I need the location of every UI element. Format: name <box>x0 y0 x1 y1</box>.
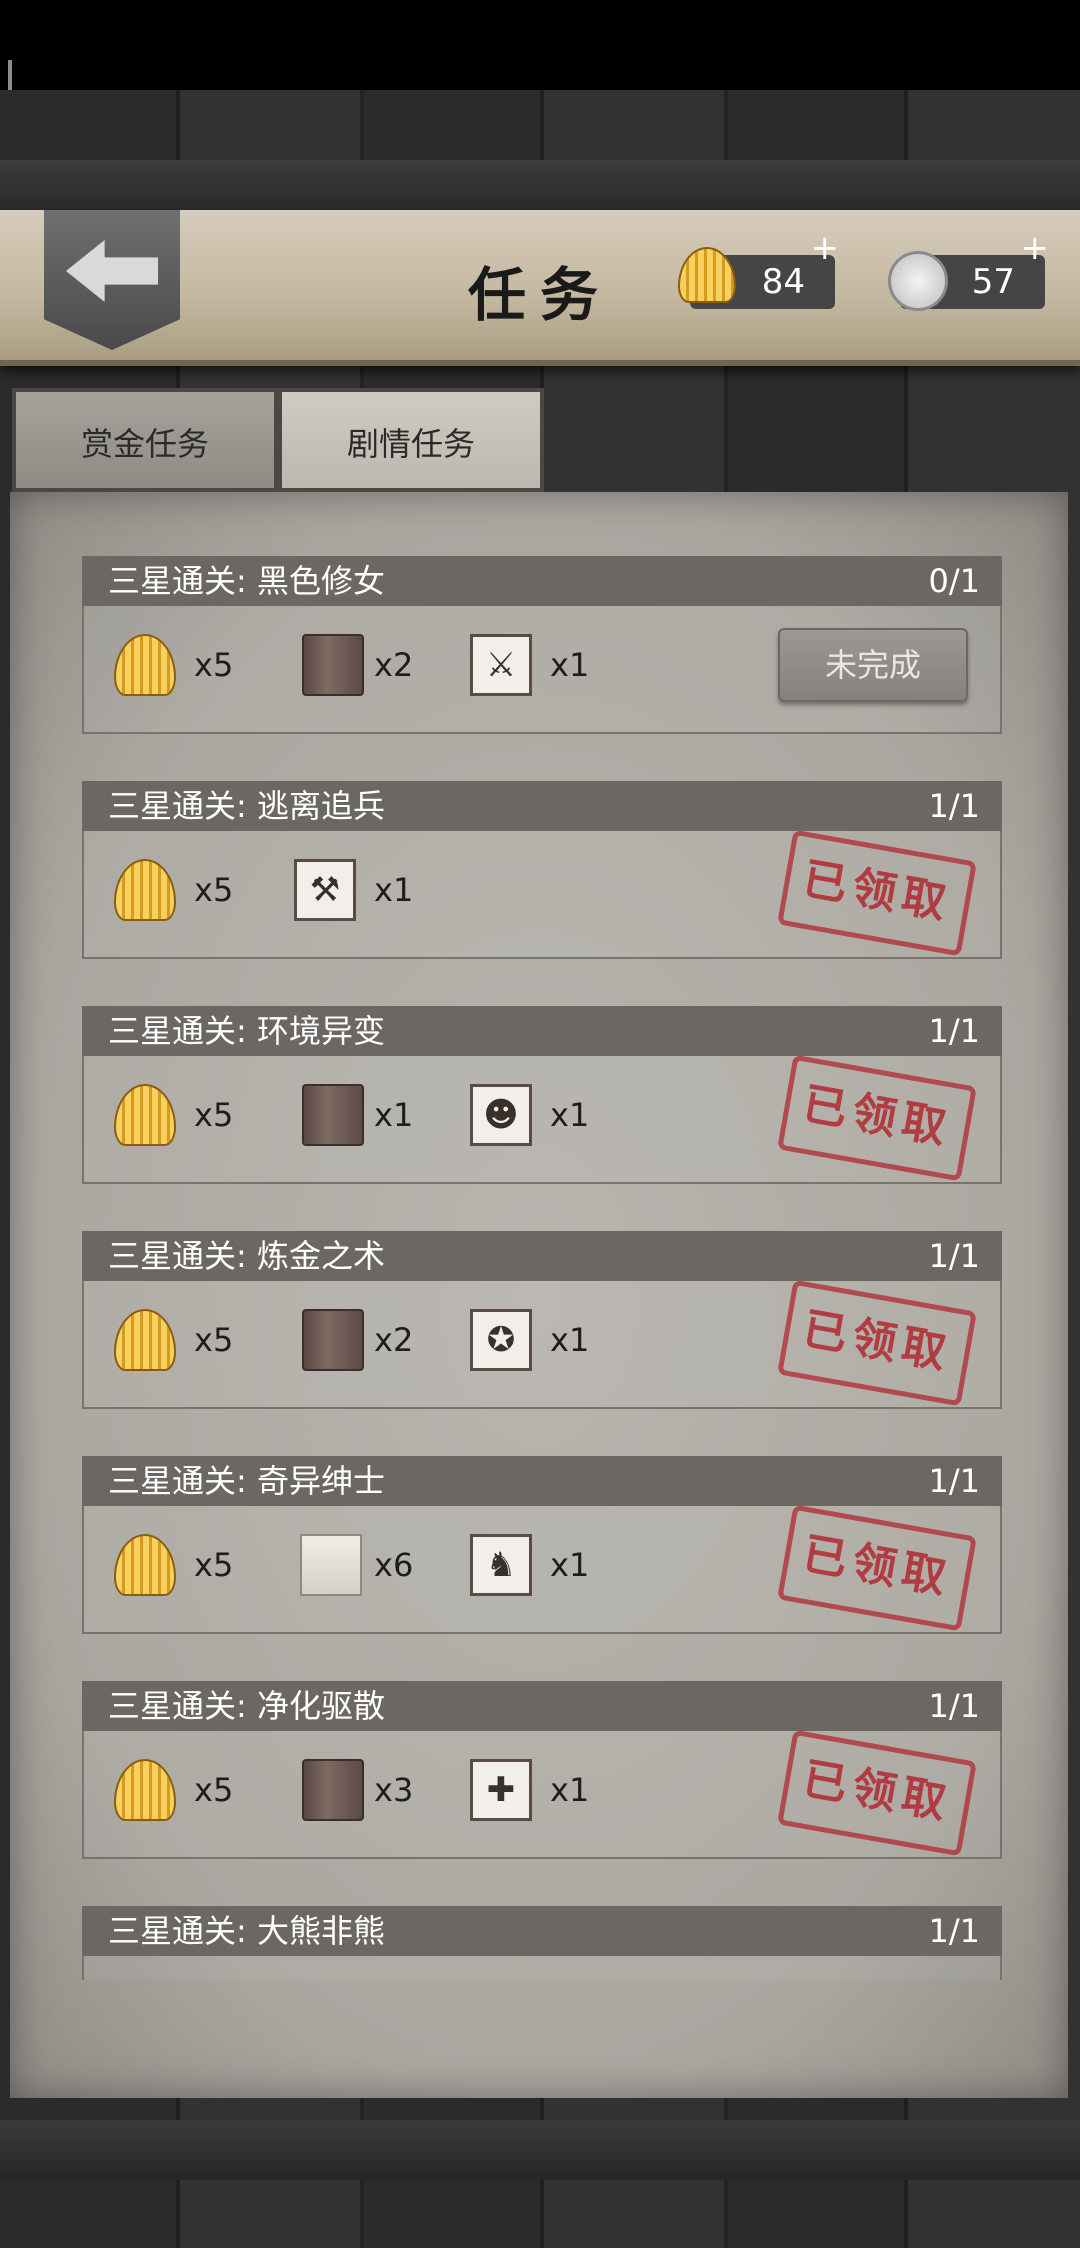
shell-currency[interactable]: 84 + <box>678 228 839 309</box>
task-list[interactable]: 三星通关: 黑色修女 0/1 x5 x2 ⚔ x1 未完成 三星通关: 逃离追兵 1/1 x5 ⚒ x… <box>82 556 1002 1980</box>
tab-story-tasks[interactable]: 剧情任务 <box>278 388 544 492</box>
reward-quantity: x2 <box>374 646 414 684</box>
reward-quantity: x1 <box>550 1321 590 1359</box>
task-rewards: x5 ⚒ x1 已领取 <box>82 829 1002 959</box>
tab-bounty-tasks[interactable]: 赏金任务 <box>12 388 278 492</box>
task-item: 三星通关: 环境异变 1/1 x5 x1 ☻ x1 已领取 <box>82 1006 1002 1188</box>
task-item: 三星通关: 炼金之术 1/1 x5 x2 ✪ x1 已领取 <box>82 1231 1002 1413</box>
book-icon <box>302 1309 364 1371</box>
claimed-stamp: 已领取 <box>777 1504 977 1632</box>
claimed-stamp: 已领取 <box>777 1054 977 1182</box>
book-icon <box>302 1759 364 1821</box>
reward-quantity: x1 <box>550 1096 590 1134</box>
task-rewards: x5 x3 ✚ x1 已领取 <box>82 1729 1002 1859</box>
reward-quantity: x1 <box>374 871 414 909</box>
reward-quantity: x5 <box>194 1321 234 1359</box>
task-header: 三星通关: 黑色修女 0/1 <box>82 556 1002 606</box>
task-item: 三星通关: 净化驱散 1/1 x5 x3 ✚ x1 已领取 <box>82 1681 1002 1863</box>
incomplete-button[interactable]: 未完成 <box>778 628 968 702</box>
claimed-stamp: 已领取 <box>777 829 977 957</box>
task-rewards: x5 x1 ☻ x1 已领取 <box>82 1054 1002 1184</box>
reward-quantity: x5 <box>194 871 234 909</box>
task-rewards: x5 x6 ♞ x1 已领取 <box>82 1504 1002 1634</box>
reward-quantity: x5 <box>194 1546 234 1584</box>
shell-icon <box>114 1759 176 1821</box>
coin-currency[interactable]: 57 + <box>888 228 1049 311</box>
reward-quantity: x6 <box>374 1546 414 1584</box>
claimed-stamp: 已领取 <box>777 1279 977 1407</box>
back-arrow-icon <box>66 240 158 302</box>
shell-icon <box>114 1534 176 1596</box>
reward-quantity: x3 <box>374 1771 414 1809</box>
wolf-badge-icon: ☻ <box>470 1084 532 1146</box>
task-name: 三星通关: 黑色修女 <box>108 562 385 600</box>
task-progress: 1/1 <box>928 1912 981 1950</box>
reward-quantity: x5 <box>194 646 234 684</box>
spear-badge-icon: ⚔ <box>470 634 532 696</box>
task-progress: 1/1 <box>928 1687 981 1725</box>
status-bar <box>0 0 1080 90</box>
task-item: 三星通关: 黑色修女 0/1 x5 x2 ⚔ x1 未完成 <box>82 556 1002 738</box>
task-rewards <box>82 1956 1002 1980</box>
task-name: 三星通关: 炼金之术 <box>108 1237 385 1275</box>
task-header: 三星通关: 奇异绅士 1/1 <box>82 1456 1002 1506</box>
reward-quantity: x5 <box>194 1096 234 1134</box>
bandage-badge-icon: ✚ <box>470 1759 532 1821</box>
add-shell-button[interactable]: + <box>811 221 840 275</box>
reward-quantity: x5 <box>194 1771 234 1809</box>
task-progress: 1/1 <box>928 787 981 825</box>
reward-quantity: x2 <box>374 1321 414 1359</box>
paper-icon <box>300 1534 362 1596</box>
task-name: 三星通关: 净化驱散 <box>108 1687 385 1725</box>
task-header: 三星通关: 净化驱散 1/1 <box>82 1681 1002 1731</box>
task-name: 三星通关: 大熊非熊 <box>108 1912 385 1950</box>
claimed-stamp: 已领取 <box>777 1729 977 1857</box>
task-header: 三星通关: 环境异变 1/1 <box>82 1006 1002 1056</box>
task-name: 三星通关: 逃离追兵 <box>108 787 385 825</box>
task-progress: 1/1 <box>928 1012 981 1050</box>
reward-quantity: x1 <box>550 1771 590 1809</box>
task-header: 三星通关: 大熊非熊 1/1 <box>82 1906 1002 1956</box>
page-title: 任务 <box>467 261 612 329</box>
reward-quantity: x1 <box>550 646 590 684</box>
shell-icon <box>114 859 176 921</box>
task-progress: 0/1 <box>928 562 981 600</box>
bottom-bar <box>0 2120 1080 2180</box>
shelf-beam <box>0 160 1080 210</box>
figure-badge-icon: ♞ <box>470 1534 532 1596</box>
axe-badge-icon: ⚒ <box>294 859 356 921</box>
book-icon <box>302 1084 364 1146</box>
task-item: 三星通关: 逃离追兵 1/1 x5 ⚒ x1 已领取 <box>82 781 1002 963</box>
task-header: 三星通关: 逃离追兵 1/1 <box>82 781 1002 831</box>
task-rewards: x5 x2 ⚔ x1 未完成 <box>82 606 1002 734</box>
task-item: 三星通关: 大熊非熊 1/1 <box>82 1906 1002 1980</box>
coin-icon <box>888 251 948 311</box>
task-progress: 1/1 <box>928 1462 981 1500</box>
shell-count: 84 <box>761 262 805 302</box>
shell-icon <box>114 1309 176 1371</box>
task-name: 三星通关: 环境异变 <box>108 1012 385 1050</box>
add-coin-button[interactable]: + <box>1021 221 1050 275</box>
task-progress: 1/1 <box>928 1237 981 1275</box>
task-item: 三星通关: 奇异绅士 1/1 x5 x6 ♞ x1 已领取 <box>82 1456 1002 1638</box>
shell-icon <box>114 1084 176 1146</box>
coin-count: 57 <box>971 262 1015 302</box>
book-icon <box>302 634 364 696</box>
strongman-badge-icon: ✪ <box>470 1309 532 1371</box>
task-header: 三星通关: 炼金之术 1/1 <box>82 1231 1002 1281</box>
reward-quantity: x1 <box>550 1546 590 1584</box>
shell-icon <box>114 634 176 696</box>
reward-quantity: x1 <box>374 1096 414 1134</box>
task-rewards: x5 x2 ✪ x1 已领取 <box>82 1279 1002 1409</box>
task-name: 三星通关: 奇异绅士 <box>108 1462 385 1500</box>
